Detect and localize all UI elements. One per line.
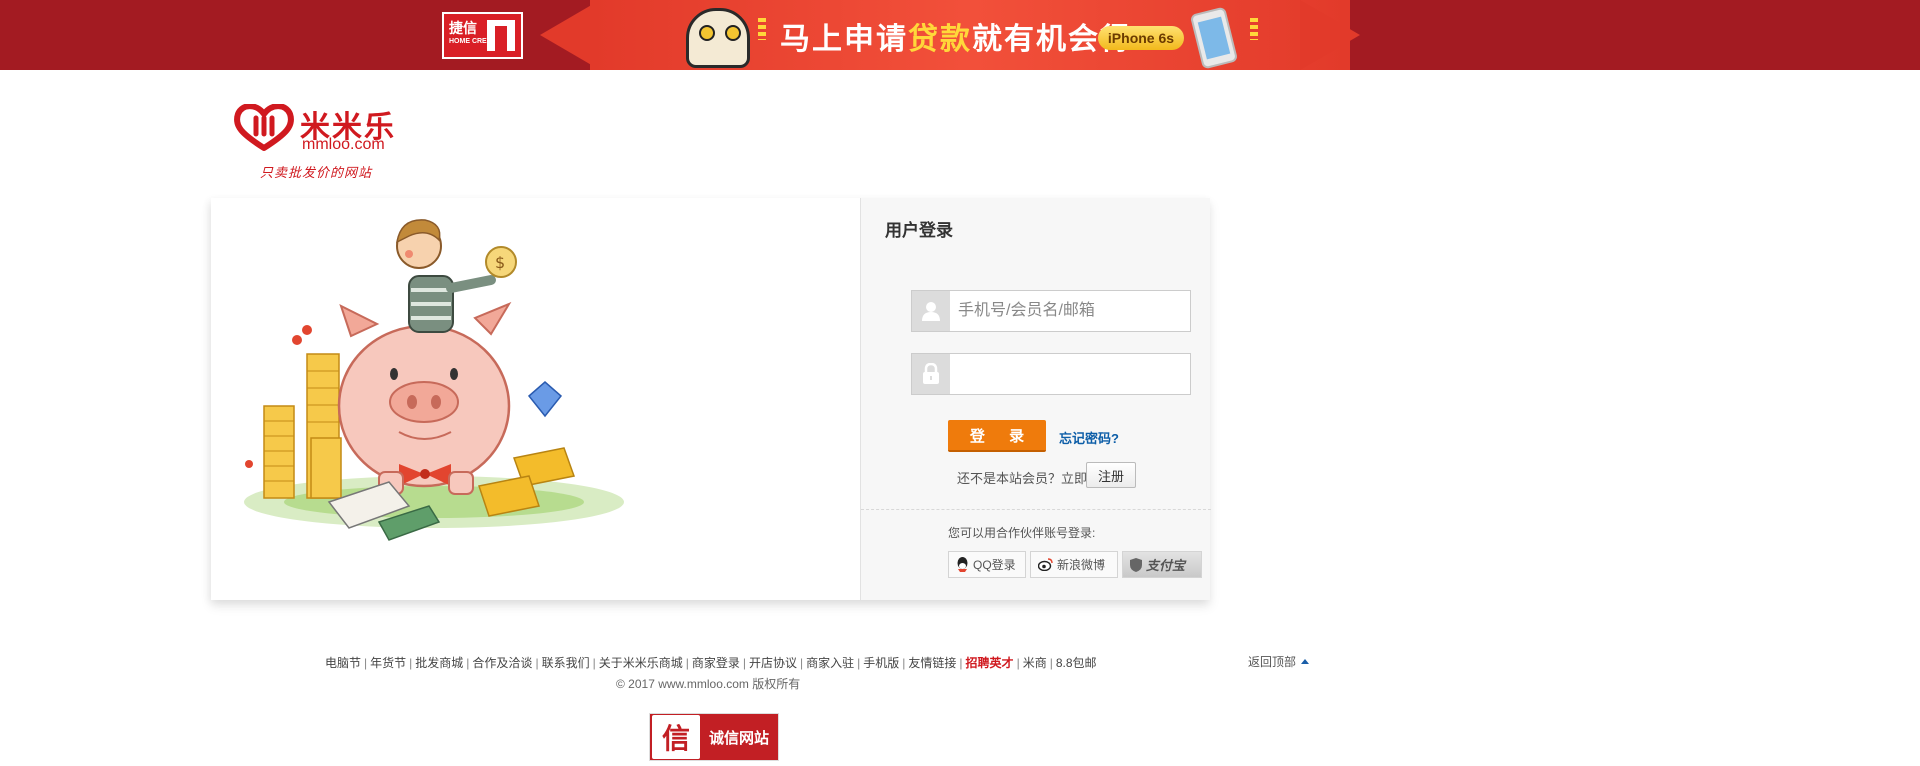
- register-button[interactable]: 注册: [1086, 462, 1136, 488]
- site-logo[interactable]: 米米乐 mmloo.com 只卖批发价的网站: [234, 102, 404, 182]
- footer-link[interactable]: 关于米米乐商城: [599, 656, 683, 670]
- slogan-part1: 马上申请: [780, 22, 908, 57]
- prize-badge: iPhone 6s: [1098, 26, 1184, 50]
- heart-logo-icon: [234, 104, 294, 151]
- footer-link[interactable]: 手机版: [863, 656, 899, 670]
- footer-link[interactable]: 电脑节: [325, 656, 361, 670]
- home-credit-cn: 捷信: [449, 20, 477, 36]
- login-panel: 用户登录 登 录 忘记密码? 还不是本站会员？立即 注册 您可以用合作伙伴账号登…: [860, 198, 1211, 600]
- svg-text:$: $: [495, 253, 505, 272]
- qq-icon: [957, 557, 968, 572]
- home-credit-mark-icon: [487, 20, 515, 51]
- alipay-login-label: 支付宝: [1146, 558, 1186, 573]
- user-icon: [912, 291, 950, 331]
- logo-domain: mmloo.com: [302, 136, 385, 153]
- footer-link[interactable]: 米商: [1023, 656, 1047, 670]
- footer-link[interactable]: 合作及洽谈: [472, 656, 532, 670]
- footer-link[interactable]: 商家登录: [692, 656, 740, 670]
- trust-seal-icon: 信: [652, 715, 700, 759]
- footer-link[interactable]: 友情链接: [908, 656, 956, 670]
- forgot-password-link[interactable]: 忘记密码?: [1059, 428, 1119, 447]
- login-illustration: $: [211, 198, 661, 550]
- back-to-top-label: 返回顶部: [1248, 655, 1297, 669]
- footer-link-careers[interactable]: 招聘英才: [966, 656, 1014, 670]
- footer-link[interactable]: 年货节: [370, 656, 406, 670]
- weibo-login-button[interactable]: 新浪微博: [1030, 551, 1118, 578]
- footer-links: 电脑节 | 年货节 | 批发商城 | 合作及洽谈 | 联系我们 | 关于米米乐商城 | 商家登录 | 开店协…: [325, 656, 1097, 670]
- slogan-highlight: 贷款: [908, 22, 972, 57]
- footer-link[interactable]: 联系我们: [542, 656, 590, 670]
- username-input[interactable]: [958, 291, 1184, 331]
- logo-tagline: 只卖批发价的网站: [260, 166, 373, 181]
- login-card: $ 用户登录 登 录 忘记密码?: [211, 198, 1211, 600]
- back-to-top-link[interactable]: 返回顶部: [1248, 653, 1310, 670]
- copyright: © 2017 www.mmloo.com 版权所有: [616, 677, 801, 691]
- username-field[interactable]: [911, 290, 1191, 332]
- top-ad-banner[interactable]: 捷信 HOME CREDIT 马上申请贷款就有机会得 iPhone 6s: [0, 0, 1920, 70]
- banner-slogan: 马上申请贷款就有机会得: [780, 14, 1132, 58]
- alipay-login-button[interactable]: 支付宝: [1122, 551, 1202, 578]
- home-credit-logo: 捷信 HOME CREDIT: [442, 12, 523, 59]
- cat-mascot-icon: [686, 8, 750, 68]
- password-input[interactable]: [958, 354, 1184, 394]
- footer-link[interactable]: 开店协议: [749, 656, 797, 670]
- qq-login-label: QQ登录: [973, 558, 1016, 572]
- banner-deco-icon: [758, 18, 766, 40]
- login-title: 用户登录: [885, 221, 953, 240]
- trust-badge-label: 诚信网站: [709, 729, 770, 747]
- login-button[interactable]: 登 录: [948, 420, 1046, 452]
- footer-link[interactable]: 批发商城: [415, 656, 463, 670]
- qq-login-button[interactable]: QQ登录: [948, 551, 1026, 578]
- piggy-bank-illustration-icon: $: [244, 219, 624, 541]
- footer-link[interactable]: 商家入驻: [806, 656, 854, 670]
- trust-site-badge[interactable]: 信 诚信网站: [649, 713, 779, 761]
- weibo-login-label: 新浪微博: [1057, 558, 1106, 572]
- panel-divider: [861, 509, 1211, 510]
- caret-up-icon: [1301, 659, 1310, 664]
- banner-deco-icon: [1250, 18, 1258, 40]
- footer-link[interactable]: 8.8包邮: [1056, 656, 1097, 670]
- weibo-icon: [1038, 558, 1053, 571]
- alipay-shield-icon: [1130, 557, 1142, 572]
- banner-chevron-right: [1300, 0, 1360, 70]
- password-field[interactable]: [911, 353, 1191, 395]
- partner-login-prompt: 您可以用合作伙伴账号登录:: [948, 526, 1096, 540]
- lock-icon: [912, 354, 950, 394]
- register-prompt: 还不是本站会员？立即: [957, 471, 1088, 486]
